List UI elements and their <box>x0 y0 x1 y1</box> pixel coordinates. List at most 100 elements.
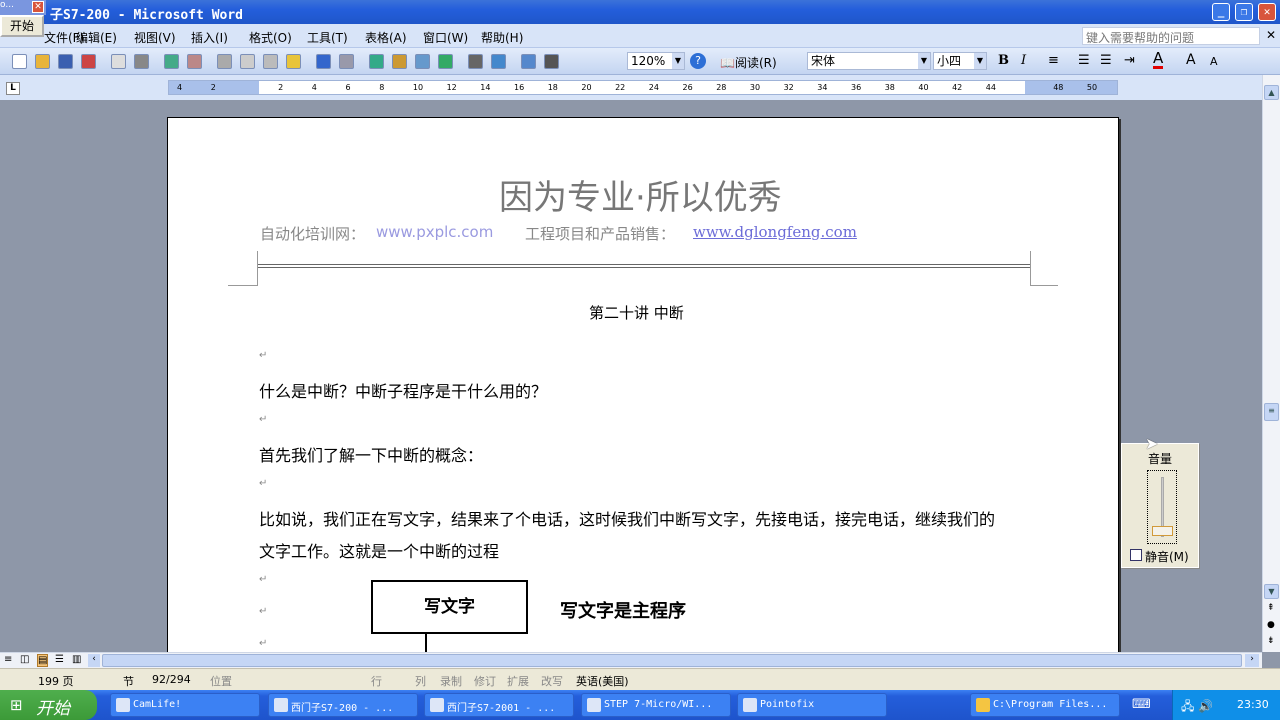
margin-corner <box>228 251 258 286</box>
help-icon[interactable]: ? <box>690 53 706 69</box>
menu-item[interactable]: 窗口(W) <box>423 29 468 46</box>
status-track[interactable]: 修订 <box>474 673 496 689</box>
task-pointofix[interactable]: Pointofix <box>737 693 887 717</box>
restore-button[interactable]: ❐ <box>1235 3 1253 21</box>
undo-icon[interactable] <box>316 54 331 69</box>
outline-view-icon[interactable]: ☰ <box>55 654 64 665</box>
indent-icon[interactable]: ⇥ <box>1124 53 1135 68</box>
header-right-link[interactable]: www.dglongfeng.com <box>693 223 857 241</box>
web-view-icon[interactable]: ◫ <box>20 654 29 665</box>
mini-window[interactable]: o... ✕ <box>0 0 46 15</box>
cut-icon[interactable] <box>217 54 232 69</box>
columns-icon[interactable] <box>468 54 483 69</box>
start-button[interactable]: ⊞ 开始 <box>0 690 97 720</box>
chevron-down-icon: ▼ <box>918 53 930 69</box>
browse-object-icon[interactable]: ● <box>1267 620 1275 630</box>
print-preview-icon[interactable] <box>134 54 149 69</box>
font-color-icon[interactable]: A <box>1153 51 1164 69</box>
menu-item[interactable]: 编辑(E) <box>76 29 117 46</box>
mini-close-icon[interactable]: ✕ <box>32 1 44 13</box>
menu-item[interactable]: 视图(V) <box>134 29 176 46</box>
document-map-icon[interactable] <box>521 54 536 69</box>
start-popup-button[interactable]: 开始 <box>0 15 44 37</box>
tables-borders-icon[interactable] <box>392 54 407 69</box>
font-select[interactable]: 宋体 ▼ <box>807 52 931 70</box>
normal-view-icon[interactable]: ≡ <box>4 654 12 665</box>
next-page-icon[interactable]: ⇟ <box>1267 636 1275 646</box>
status-language[interactable]: 英语(美国) <box>576 673 629 689</box>
keyboard-icon[interactable]: ⌨ <box>1132 697 1151 712</box>
align-center-icon[interactable]: ≡ <box>1048 53 1059 68</box>
insert-excel-icon[interactable] <box>438 54 453 69</box>
reading-view-icon[interactable]: ▥ <box>72 654 81 665</box>
horizontal-scrollbar[interactable]: ≡ ◫ ▤ ☰ ▥ ‹ › <box>0 652 1262 668</box>
ruler-tick: 4 <box>177 83 183 92</box>
task-word-2[interactable]: 西门子S7-2001 - ... <box>424 693 574 717</box>
horizontal-ruler[interactable]: 4 2 2 4 6 8 10 12 14 16 18 20 22 24 26 28 30 32 34 36 38 40 42… <box>168 80 1118 95</box>
spelling-icon[interactable] <box>164 54 179 69</box>
status-extend[interactable]: 扩展 <box>507 673 529 689</box>
zoom-select[interactable]: 120% ▼ <box>627 52 685 70</box>
scroll-thumb[interactable]: ≡ <box>1264 403 1279 421</box>
paragraph-text: 首先我们了解一下中断的概念： <box>259 446 484 465</box>
open-icon[interactable] <box>35 54 50 69</box>
print-layout-view-icon[interactable]: ▤ <box>37 654 49 667</box>
menu-item[interactable]: 插入(I) <box>191 29 228 46</box>
print-icon[interactable] <box>111 54 126 69</box>
show-hide-icon[interactable] <box>544 54 559 69</box>
copy-icon[interactable] <box>240 54 255 69</box>
bullets-icon[interactable]: ☰ <box>1100 53 1112 68</box>
numbering-icon[interactable]: ☰ <box>1078 53 1090 68</box>
tab-selector[interactable]: L <box>6 82 20 95</box>
ruler-tick: 22 <box>615 83 626 92</box>
grow-font-icon[interactable]: A <box>1186 52 1196 68</box>
scroll-right-icon[interactable]: › <box>1245 654 1259 667</box>
status-record[interactable]: 录制 <box>440 673 462 689</box>
status-overtype[interactable]: 改写 <box>541 673 563 689</box>
volume-slider-thumb[interactable] <box>1152 526 1173 537</box>
redo-icon[interactable] <box>339 54 354 69</box>
task-explorer[interactable]: C:\Program Files... <box>970 693 1120 717</box>
scroll-left-icon[interactable]: ‹ <box>88 654 100 667</box>
insert-table-icon[interactable] <box>415 54 430 69</box>
volume-slider[interactable] <box>1147 470 1177 544</box>
close-doc-icon[interactable]: ✕ <box>1266 28 1276 42</box>
document-page[interactable]: 因为专业·所以优秀 自动化培训网： www.pxplc.com 工程项目和产品销… <box>167 117 1119 657</box>
word-icon <box>430 698 444 712</box>
task-step7[interactable]: STEP 7-Micro/WI... <box>581 693 731 717</box>
tray-icons[interactable]: 🖧 🔊 <box>1181 697 1213 718</box>
mute-label: 静音(M) <box>1145 550 1189 564</box>
task-camlife[interactable]: CamLife! <box>110 693 260 717</box>
vertical-scrollbar[interactable]: ▲ ≡ ▼ ⇞ ● ⇟ <box>1262 75 1280 652</box>
margin-corner <box>1030 251 1058 286</box>
paste-icon[interactable] <box>263 54 278 69</box>
menu-item[interactable]: 表格(A) <box>365 29 407 46</box>
mute-checkbox[interactable] <box>1130 549 1142 561</box>
h-scroll-thumb[interactable] <box>102 654 1242 667</box>
new-icon[interactable] <box>12 54 27 69</box>
scroll-up-icon[interactable]: ▲ <box>1264 85 1279 100</box>
taskbar: ⊞ 开始 CamLife! 西门子S7-200 - ... 西门子S7-2001 … <box>0 690 1280 720</box>
drawing-icon[interactable] <box>491 54 506 69</box>
font-size-select[interactable]: 小四 ▼ <box>933 52 987 70</box>
hyperlink-icon[interactable] <box>369 54 384 69</box>
permission-icon[interactable] <box>81 54 96 69</box>
minimize-button[interactable]: _ <box>1212 3 1230 21</box>
italic-button[interactable]: I <box>1021 53 1026 68</box>
previous-page-icon[interactable]: ⇞ <box>1267 603 1275 613</box>
read-button[interactable]: 📖阅读(R) <box>720 54 777 71</box>
menu-item[interactable]: 格式(O) <box>249 29 292 46</box>
menu-item[interactable]: 帮助(H) <box>481 29 523 46</box>
bold-button[interactable]: B <box>998 53 1009 68</box>
menu-item[interactable]: 工具(T) <box>307 29 348 46</box>
task-label: 西门子S7-200 - ... <box>291 703 394 714</box>
scroll-down-icon[interactable]: ▼ <box>1264 584 1279 599</box>
research-icon[interactable] <box>187 54 202 69</box>
header-left-link[interactable]: www.pxplc.com <box>376 223 493 241</box>
close-button[interactable]: ✕ <box>1258 3 1276 21</box>
format-painter-icon[interactable] <box>286 54 301 69</box>
shrink-font-icon[interactable]: A <box>1210 55 1218 68</box>
save-icon[interactable] <box>58 54 73 69</box>
help-search-input[interactable]: 键入需要帮助的问题 <box>1082 27 1260 45</box>
task-word-1[interactable]: 西门子S7-200 - ... <box>268 693 418 717</box>
